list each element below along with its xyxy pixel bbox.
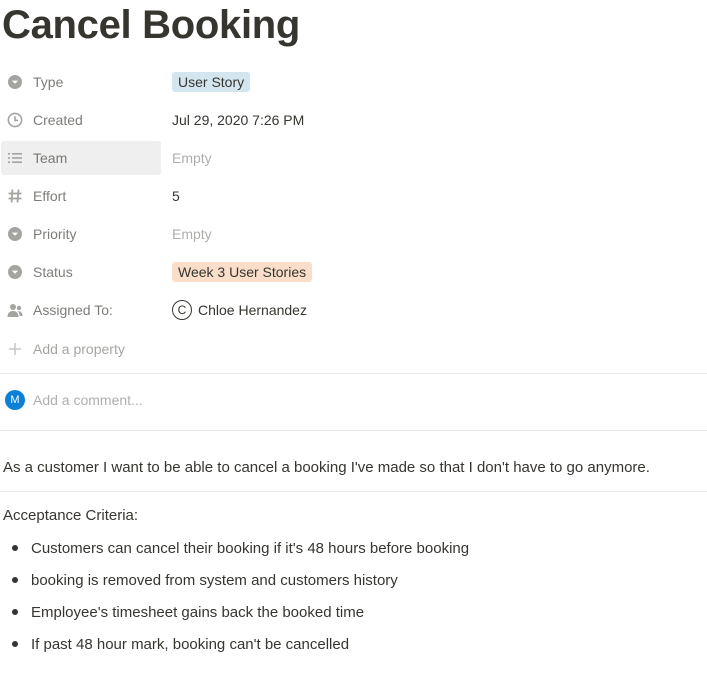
comment-bar[interactable]: M Add a comment... (5, 390, 143, 410)
property-value-created: Jul 29, 2020 7:26 PM (172, 112, 305, 128)
avatar: C (172, 300, 192, 320)
list-item-text: If past 48 hour mark, booking can't be c… (31, 635, 350, 653)
property-value-team[interactable]: Empty (172, 150, 212, 166)
description-text[interactable]: As a customer I want to be able to cance… (3, 459, 650, 476)
property-value-status[interactable]: Week 3 User Stories (172, 262, 313, 282)
property-row-type: Type User Story (0, 63, 707, 101)
plus-icon (7, 341, 23, 357)
type-tag: User Story (172, 72, 251, 92)
page-title[interactable]: Cancel Booking (2, 2, 300, 48)
property-value-priority[interactable]: Empty (172, 226, 212, 242)
property-row-assigned: Assigned To: C Chloe Hernandez (0, 291, 707, 329)
property-name-effort[interactable]: Effort (1, 179, 161, 213)
property-name-created[interactable]: Created (1, 103, 161, 137)
list-item[interactable]: If past 48 hour mark, booking can't be c… (3, 628, 469, 660)
property-row-team: Team Empty (0, 139, 707, 177)
bullet-icon (12, 577, 18, 583)
property-label: Team (33, 150, 68, 166)
property-name-status[interactable]: Status (1, 255, 161, 289)
select-icon (7, 264, 23, 280)
bullet-icon (12, 641, 18, 647)
property-name-type[interactable]: Type (1, 65, 161, 99)
divider (0, 430, 707, 431)
property-row-status: Status Week 3 User Stories (0, 253, 707, 291)
property-row-priority: Priority Empty (0, 215, 707, 253)
add-property-label: Add a property (33, 341, 125, 357)
property-label: Assigned To: (33, 302, 113, 318)
list-item-text: Customers can cancel their booking if it… (31, 539, 470, 557)
status-tag: Week 3 User Stories (172, 262, 313, 282)
avatar: M (5, 390, 25, 410)
property-label: Type (33, 74, 64, 90)
criteria-list: Customers can cancel their booking if it… (3, 532, 469, 660)
property-label: Effort (33, 188, 67, 204)
property-value-type[interactable]: User Story (172, 72, 251, 92)
bullet-icon (12, 609, 18, 615)
assignee-name: Chloe Hernandez (198, 302, 307, 318)
property-label: Status (33, 264, 73, 280)
list-item[interactable]: booking is removed from system and custo… (3, 564, 469, 596)
property-value-assigned[interactable]: C Chloe Hernandez (172, 300, 307, 320)
bullet-icon (12, 545, 18, 551)
list-item-text: Employee's timesheet gains back the book… (31, 603, 365, 621)
property-name-team[interactable]: Team (1, 141, 161, 175)
comment-input[interactable]: Add a comment... (33, 392, 143, 408)
select-icon (7, 74, 23, 90)
list-item[interactable]: Customers can cancel their booking if it… (3, 532, 469, 564)
property-value-effort[interactable]: 5 (172, 188, 180, 204)
add-property-button[interactable]: Add a property (1, 329, 161, 369)
property-row-effort: Effort 5 (0, 177, 707, 215)
clock-icon (7, 112, 23, 128)
person-icon (7, 302, 23, 318)
select-icon (7, 226, 23, 242)
list-icon (7, 150, 23, 166)
list-item[interactable]: Employee's timesheet gains back the book… (3, 596, 469, 628)
property-row-created: Created Jul 29, 2020 7:26 PM (0, 101, 707, 139)
properties-list: Type User Story Created Jul 29, 2020 7:2… (0, 63, 707, 369)
hash-icon (7, 188, 23, 204)
divider (0, 491, 707, 492)
property-label: Created (33, 112, 83, 128)
divider (0, 373, 707, 374)
property-label: Priority (33, 226, 77, 242)
list-item-text: booking is removed from system and custo… (31, 571, 398, 589)
property-name-priority[interactable]: Priority (1, 217, 161, 251)
property-name-assigned[interactable]: Assigned To: (1, 293, 161, 327)
criteria-heading[interactable]: Acceptance Criteria: (3, 507, 138, 524)
